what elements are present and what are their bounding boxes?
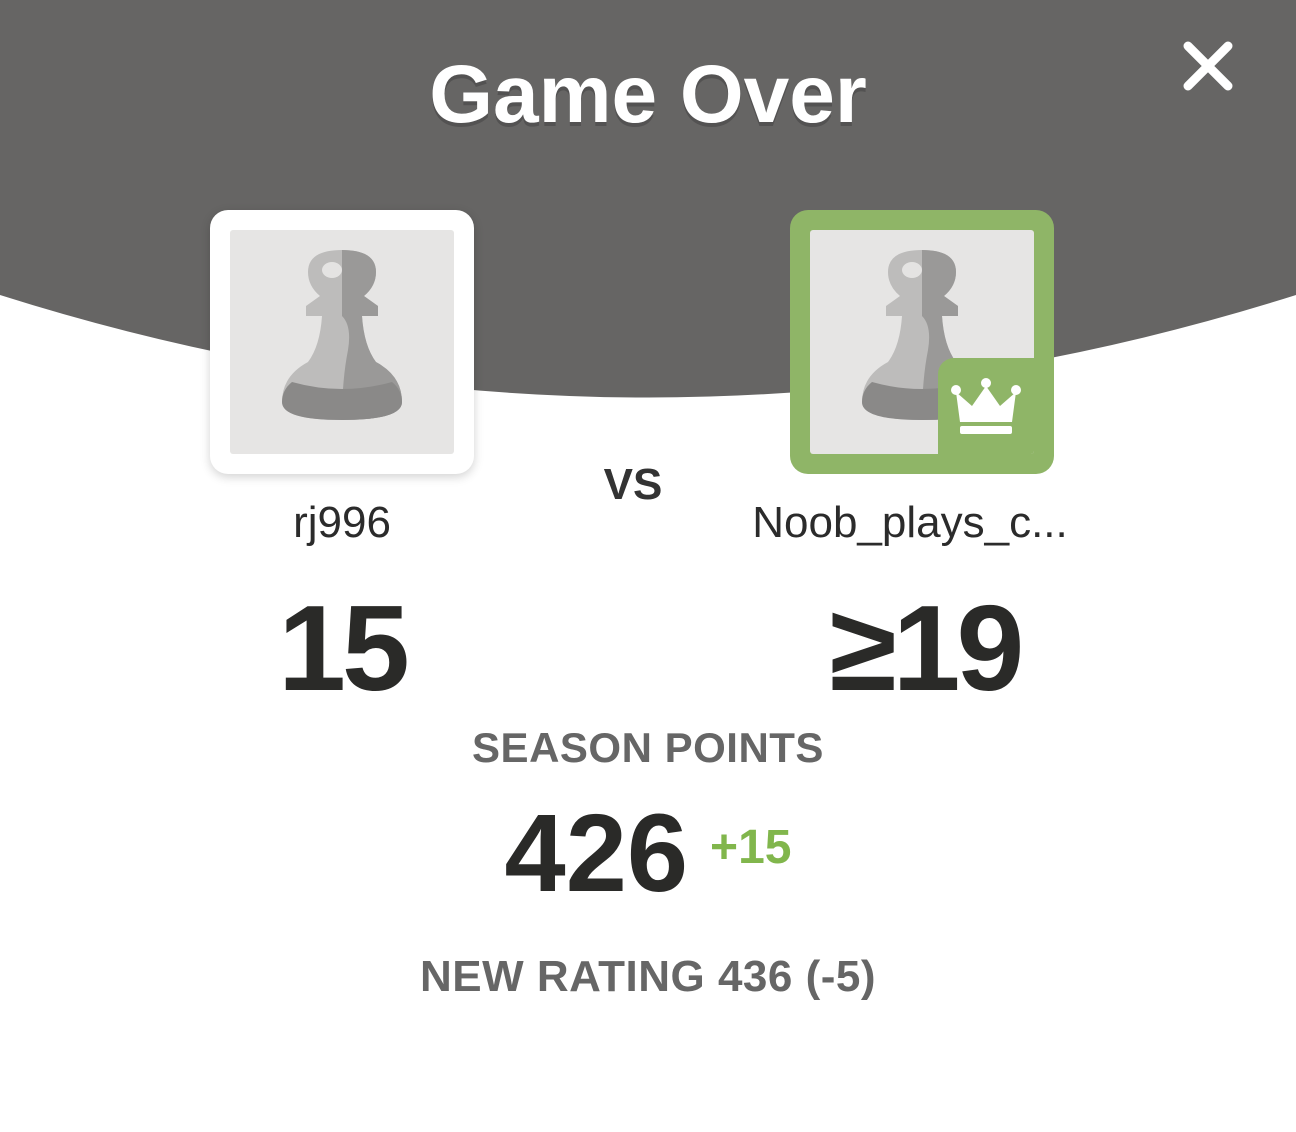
player-username-right[interactable]: Noob_plays_c... — [700, 498, 1120, 548]
crown-icon — [951, 378, 1021, 434]
avatar-image — [230, 230, 454, 454]
season-points-label: SEASON POINTS — [472, 724, 824, 771]
winner-badge — [938, 358, 1034, 454]
avatar-image — [810, 230, 1034, 454]
close-button[interactable] — [1174, 32, 1242, 100]
season-points-delta: +15 — [710, 821, 792, 874]
new-rating-text: NEW RATING 436 (-5) — [419, 952, 877, 1001]
game-over-dialog: Game Over VS rj996 Noob_plays_c... 15 ≥1… — [0, 0, 1296, 1132]
pawn-icon — [282, 250, 402, 420]
player-avatar-left[interactable] — [210, 210, 474, 474]
player-avatar-right[interactable] — [790, 210, 1054, 474]
dialog-title: Game Over — [429, 49, 867, 140]
vs-label: VS — [603, 460, 663, 509]
close-icon — [1183, 41, 1233, 91]
player-score-right: ≥19 — [829, 580, 1025, 716]
season-points-value: 426 — [504, 792, 689, 915]
player-score-left: 15 — [278, 580, 410, 716]
season-points-row: 426 +15 — [0, 790, 1296, 917]
player-username-left[interactable]: rj996 — [200, 498, 484, 548]
